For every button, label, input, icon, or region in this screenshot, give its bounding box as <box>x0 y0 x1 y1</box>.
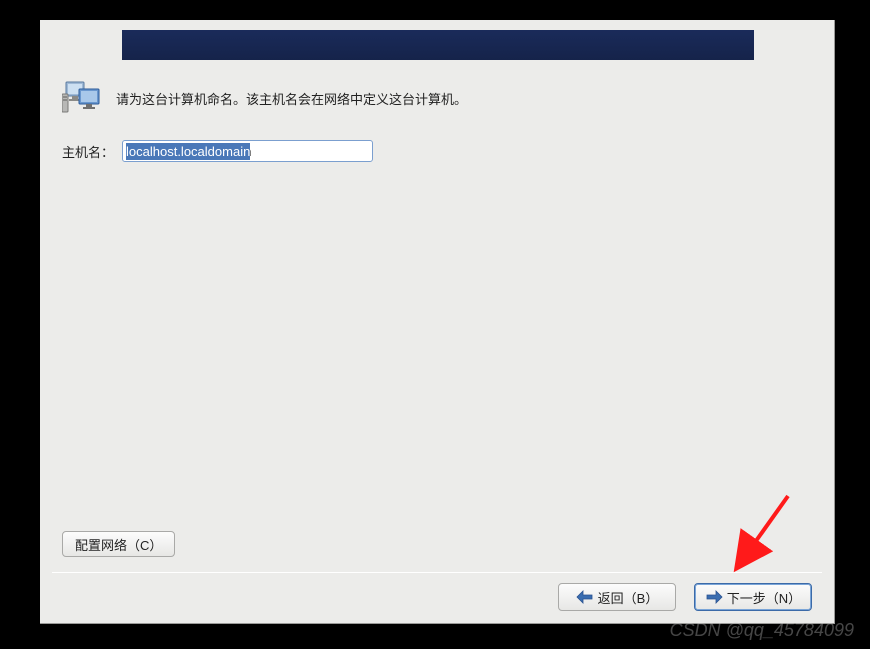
configure-network-button[interactable]: 配置网络（C） <box>62 531 175 557</box>
hostname-input[interactable] <box>122 140 373 162</box>
instruction-text: 请为这台计算机命名。该主机名会在网络中定义这台计算机。 <box>116 89 467 108</box>
arrow-right-icon <box>705 590 723 604</box>
computers-icon <box>62 80 102 116</box>
hostname-row: 主机名： localhost.localdomain <box>62 140 812 162</box>
configure-network-label: 配置网络（C） <box>75 535 162 554</box>
arrow-left-icon <box>576 590 594 604</box>
hostname-label: 主机名： <box>62 142 114 161</box>
content-area: 请为这台计算机命名。该主机名会在网络中定义这台计算机。 主机名： localho… <box>62 80 812 162</box>
horizontal-separator <box>52 572 822 573</box>
installer-window: 请为这台计算机命名。该主机名会在网络中定义这台计算机。 主机名： localho… <box>40 20 835 624</box>
configure-network-area: 配置网络（C） <box>62 531 175 557</box>
back-button-label: 返回（B） <box>598 588 659 607</box>
next-button[interactable]: 下一步（N） <box>694 583 812 611</box>
navigation-button-row: 返回（B） 下一步（N） <box>558 583 812 611</box>
next-button-label: 下一步（N） <box>727 588 801 607</box>
back-button[interactable]: 返回（B） <box>558 583 676 611</box>
header-banner <box>122 30 754 60</box>
instruction-row: 请为这台计算机命名。该主机名会在网络中定义这台计算机。 <box>62 80 812 116</box>
